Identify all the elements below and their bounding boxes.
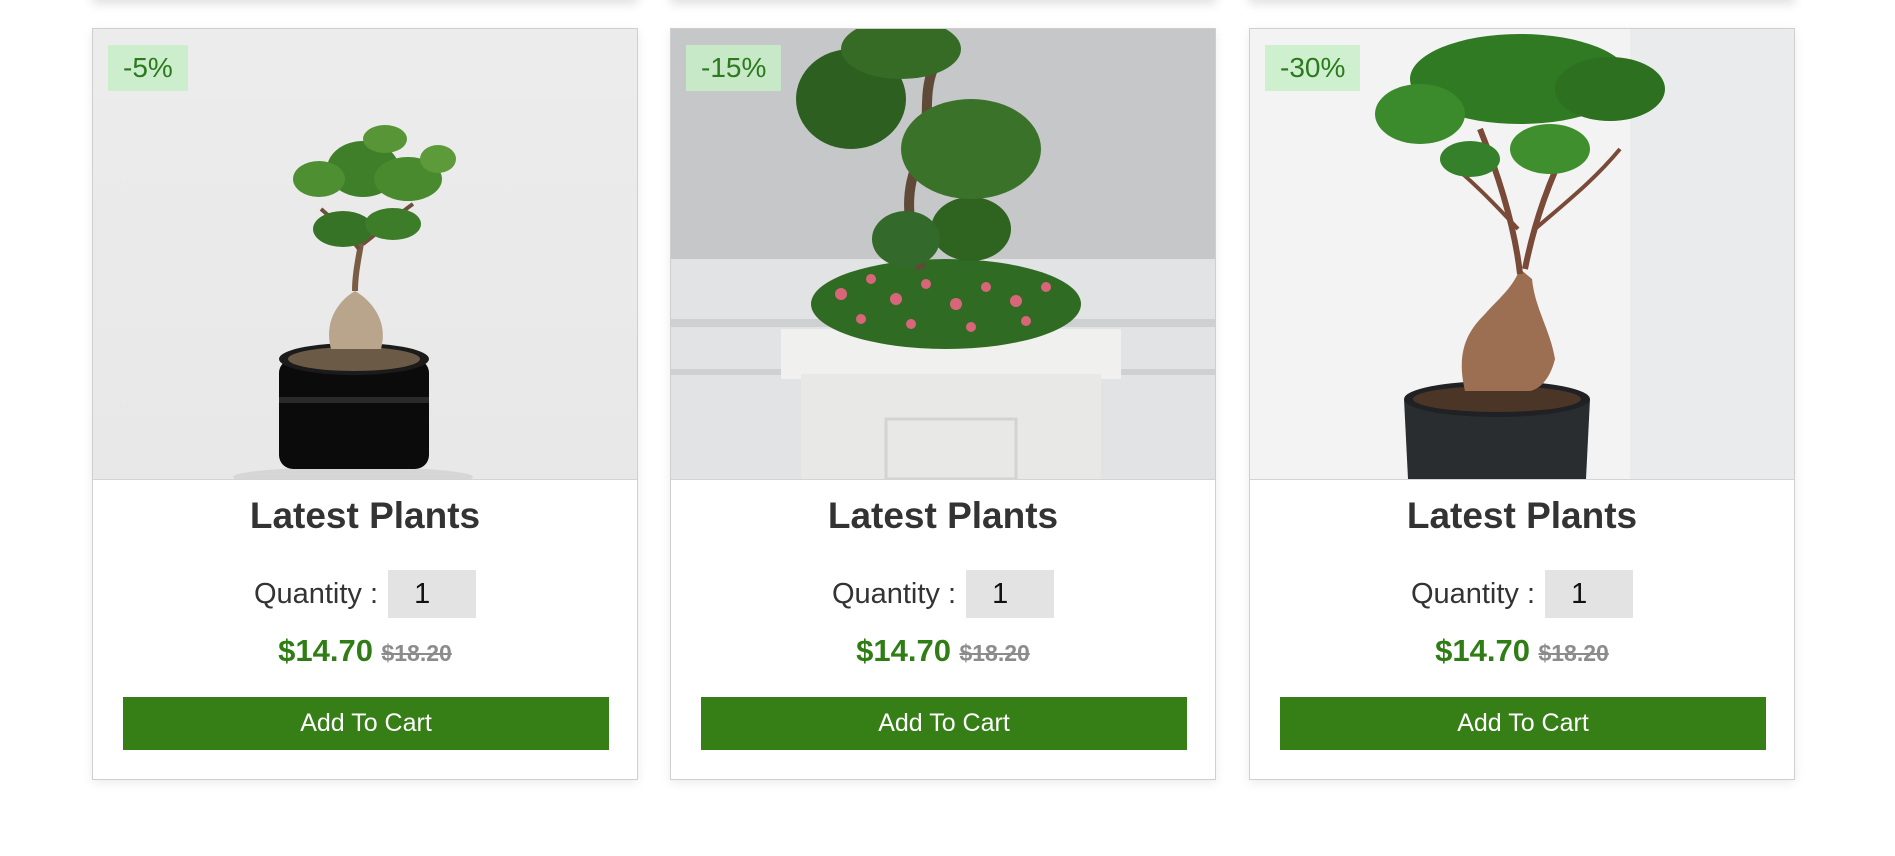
quantity-label: Quantity : [831, 577, 957, 610]
price-row: $14.70 $18.20 [93, 633, 637, 669]
discount-badge: -5% [108, 45, 188, 91]
product-image[interactable] [1250, 29, 1794, 480]
bonsai-dark-pot-illustration [1250, 29, 1794, 479]
original-price: $18.20 [959, 640, 1030, 666]
product-title: Latest Plants [827, 495, 1059, 536]
price-row: $14.70 $18.20 [1250, 633, 1794, 669]
product-card: -5% Latest Plants Quantity : $14.70 $18.… [92, 28, 638, 780]
discount-badge: -30% [1265, 45, 1361, 91]
product-card: -30% Latest Plants Quantity : $14.70 $18… [1249, 28, 1795, 780]
quantity-input[interactable] [388, 570, 477, 618]
quantity-row: Quantity : [1250, 569, 1794, 619]
add-to-cart-button[interactable]: Add To Cart [701, 697, 1187, 750]
quantity-input[interactable] [966, 570, 1055, 618]
product-title: Latest Plants [249, 495, 481, 536]
original-price: $18.20 [1538, 640, 1609, 666]
product-card: -15% Latest Plants Quantity : $14.70 $18… [670, 28, 1216, 780]
quantity-label: Quantity : [253, 577, 379, 610]
quantity-row: Quantity : [671, 569, 1215, 619]
sale-price: $14.70 [1435, 633, 1530, 668]
product-image[interactable] [93, 29, 637, 480]
sale-price: $14.70 [278, 633, 373, 668]
bonsai-black-pot-illustration [93, 29, 637, 479]
sale-price: $14.70 [856, 633, 951, 668]
product-title: Latest Plants [1406, 495, 1638, 536]
quantity-label: Quantity : [1410, 577, 1536, 610]
add-to-cart-button[interactable]: Add To Cart [123, 697, 609, 750]
original-price: $18.20 [381, 640, 452, 666]
discount-badge: -15% [686, 45, 782, 91]
price-row: $14.70 $18.20 [671, 633, 1215, 669]
bonsai-white-planter-illustration [671, 29, 1215, 479]
quantity-input[interactable] [1545, 570, 1634, 618]
product-image[interactable] [671, 29, 1215, 480]
quantity-row: Quantity : [93, 569, 637, 619]
add-to-cart-button[interactable]: Add To Cart [1280, 697, 1766, 750]
